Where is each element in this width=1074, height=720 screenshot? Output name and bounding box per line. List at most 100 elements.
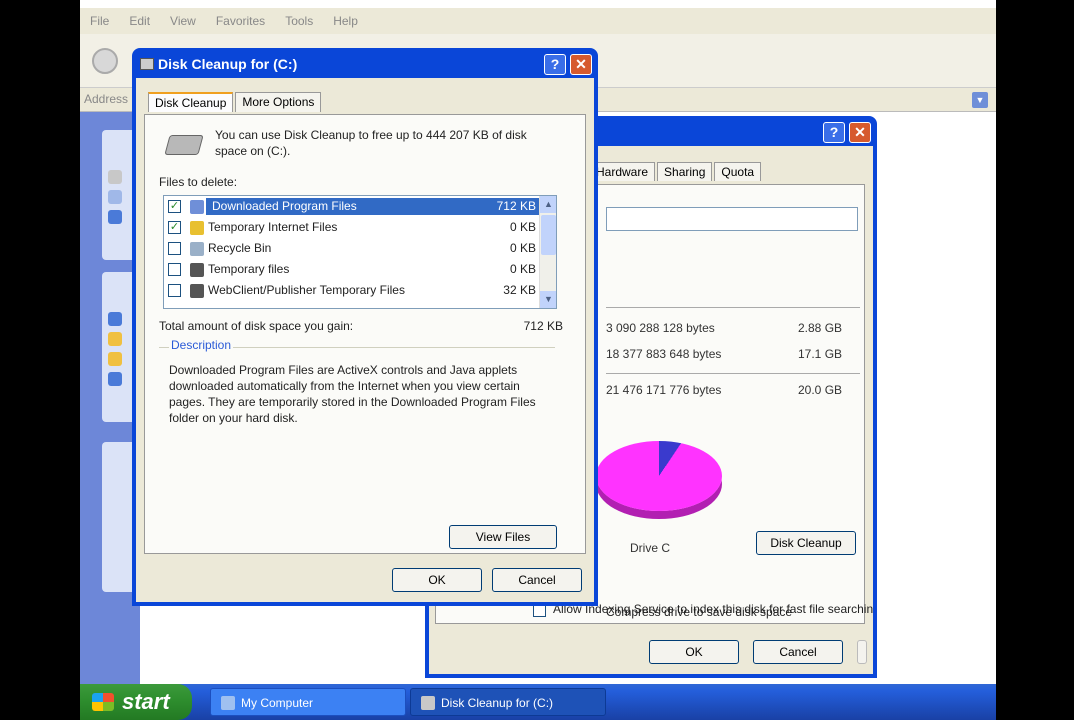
- help-icon[interactable]: ?: [544, 54, 566, 75]
- folder-icon[interactable]: [108, 332, 122, 346]
- ok-button[interactable]: OK: [392, 568, 482, 592]
- drive-label: Drive C: [630, 541, 671, 555]
- taskbar-item-label: Disk Cleanup for (C:): [441, 696, 554, 710]
- menu-view[interactable]: View: [170, 14, 196, 28]
- tab-hardware[interactable]: Hardware: [589, 162, 656, 181]
- view-files-button[interactable]: View Files: [449, 525, 557, 549]
- explorer-task-pane: [80, 112, 140, 684]
- folder-icon: [190, 200, 204, 214]
- total-gain-value: 712 KB: [523, 319, 563, 333]
- file-checkbox[interactable]: ✓: [168, 200, 181, 213]
- network-icon[interactable]: [108, 312, 122, 326]
- file-size: 0 KB: [509, 220, 536, 234]
- dialog-body: Disk Cleanup More Options You can use Di…: [136, 78, 594, 602]
- properties-ok-button[interactable]: OK: [649, 640, 739, 664]
- list-scrollbar[interactable]: ▲ ▼: [539, 196, 556, 308]
- description-group: Description Downloaded Program Files are…: [159, 338, 555, 547]
- taskbar-item-label: My Computer: [241, 696, 314, 710]
- list-item[interactable]: ✓ Downloaded Program Files 712 KB: [164, 196, 540, 217]
- start-button[interactable]: start: [80, 684, 192, 720]
- file-checkbox[interactable]: [168, 284, 181, 297]
- menu-edit[interactable]: Edit: [129, 14, 150, 28]
- hard-drive-icon: [164, 135, 204, 155]
- free-space-gb: 17.1 GB: [798, 347, 843, 361]
- taskbar-item-my-computer[interactable]: My Computer: [210, 688, 406, 716]
- explorer-menubar: File Edit View Favorites Tools Help: [80, 8, 996, 34]
- task-icon[interactable]: [108, 210, 122, 224]
- address-dropdown-icon[interactable]: ▼: [972, 92, 988, 108]
- scroll-up-icon[interactable]: ▲: [540, 196, 556, 213]
- description-text: Downloaded Program Files are ActiveX con…: [169, 363, 536, 425]
- file-name: Temporary Internet Files: [208, 220, 338, 234]
- task-icon[interactable]: [108, 190, 122, 204]
- file-size: 0 KB: [509, 241, 536, 255]
- document-icon: [190, 284, 204, 298]
- windows-logo-icon: [92, 693, 114, 711]
- document-icon: [190, 263, 204, 277]
- list-item[interactable]: WebClient/Publisher Temporary Files 32 K…: [164, 280, 540, 301]
- desktop-screen: File Edit View Favorites Tools Help Addr…: [80, 0, 996, 720]
- disk-cleanup-dialog: Disk Cleanup for (C:) ? ✕ Disk Cleanup M…: [132, 48, 598, 606]
- cancel-button[interactable]: Cancel: [492, 568, 582, 592]
- folder-icon[interactable]: [108, 352, 122, 366]
- used-space-gb: 2.88 GB: [798, 321, 843, 335]
- dialog-title: Disk Cleanup for (C:): [158, 56, 298, 72]
- tab-quota[interactable]: Quota: [714, 162, 762, 181]
- disk-cleanup-icon: [140, 58, 154, 70]
- menu-file[interactable]: File: [90, 14, 109, 28]
- scroll-thumb[interactable]: [541, 215, 556, 255]
- index-text: Allow Indexing Service to index this dis…: [553, 602, 873, 616]
- properties-apply-button[interactable]: [857, 640, 867, 664]
- file-size: 0 KB: [509, 262, 536, 276]
- total-gain-label: Total amount of disk space you gain:: [159, 319, 354, 333]
- divider: [606, 307, 860, 308]
- intro-text: You can use Disk Cleanup to free up to 4…: [215, 128, 527, 158]
- used-space-bytes: 3 090 288 128 bytes: [606, 321, 715, 335]
- scroll-down-icon[interactable]: ▼: [540, 291, 556, 308]
- taskbar: start My Computer Disk Cleanup for (C:): [80, 684, 996, 720]
- control-panel-icon[interactable]: [108, 372, 122, 386]
- list-item[interactable]: Recycle Bin 0 KB: [164, 238, 540, 259]
- tab-more-options[interactable]: More Options: [235, 92, 322, 112]
- disk-cleanup-panel: You can use Disk Cleanup to free up to 4…: [144, 114, 586, 554]
- capacity-bytes: 21 476 171 776 bytes: [606, 383, 722, 397]
- file-checkbox[interactable]: [168, 263, 181, 276]
- capacity-gb: 20.0 GB: [798, 383, 843, 397]
- task-icon[interactable]: [108, 170, 122, 184]
- address-label: Address: [84, 92, 129, 106]
- back-button[interactable]: [92, 48, 118, 74]
- properties-tabs: Hardware Sharing Quota: [589, 162, 763, 181]
- menu-tools[interactable]: Tools: [285, 14, 313, 28]
- close-icon[interactable]: ✕: [849, 122, 871, 143]
- file-checkbox[interactable]: [168, 242, 181, 255]
- tab-disk-cleanup[interactable]: Disk Cleanup: [148, 92, 234, 112]
- help-icon[interactable]: ?: [823, 122, 845, 143]
- properties-title-buttons: ? ✕: [823, 122, 871, 143]
- divider: [606, 373, 860, 374]
- menu-help[interactable]: Help: [333, 14, 358, 28]
- file-name: Downloaded Program Files: [208, 199, 498, 213]
- dialog-tabs: Disk Cleanup More Options: [148, 92, 323, 112]
- taskbar-item-disk-cleanup[interactable]: Disk Cleanup for (C:): [410, 688, 606, 716]
- list-item[interactable]: ✓ Temporary Internet Files 0 KB: [164, 217, 540, 238]
- free-space-bytes: 18 377 883 648 bytes: [606, 347, 722, 361]
- menu-favorites[interactable]: Favorites: [216, 14, 265, 28]
- file-name: Recycle Bin: [208, 241, 272, 255]
- computer-icon: [221, 696, 235, 710]
- start-label: start: [122, 689, 170, 714]
- list-item[interactable]: Temporary files 0 KB: [164, 259, 540, 280]
- volume-label-input[interactable]: [606, 207, 858, 231]
- disk-cleanup-button[interactable]: Disk Cleanup: [756, 531, 856, 555]
- properties-cancel-button[interactable]: Cancel: [753, 640, 843, 664]
- file-size: 32 KB: [503, 283, 536, 297]
- file-name: Temporary files: [208, 262, 290, 276]
- tab-sharing[interactable]: Sharing: [657, 162, 713, 181]
- recycle-bin-icon: [190, 242, 204, 256]
- lock-icon: [190, 221, 204, 235]
- close-icon[interactable]: ✕: [570, 54, 592, 75]
- description-title: Description: [169, 338, 234, 352]
- file-checkbox[interactable]: ✓: [168, 221, 181, 234]
- files-to-delete-list[interactable]: ✓ Downloaded Program Files 712 KB ✓ Temp…: [163, 195, 557, 309]
- disk-usage-pie: [596, 441, 722, 511]
- file-size: 712 KB: [496, 199, 536, 213]
